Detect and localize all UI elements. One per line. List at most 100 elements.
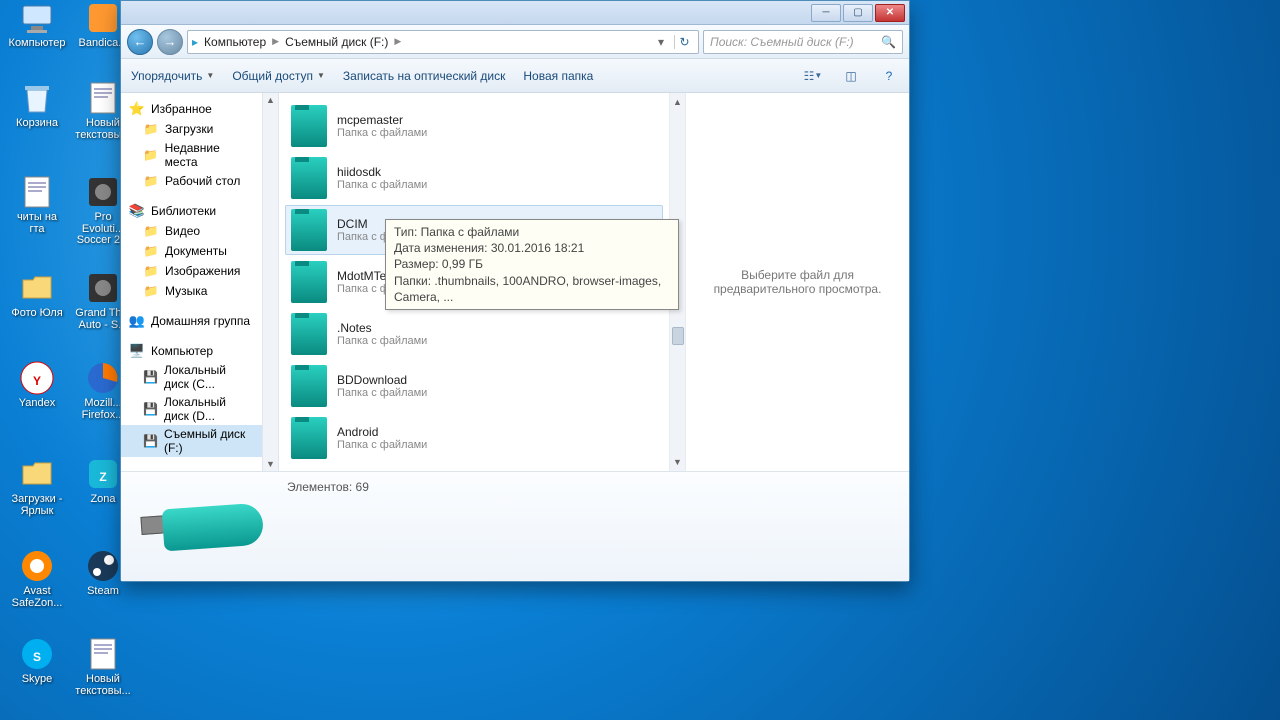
navigation-pane: ⭐Избранное 📁Загрузки📁Недавние места📁Рабо…: [121, 93, 263, 471]
scroll-up-icon[interactable]: ▲: [264, 93, 278, 107]
nav-item[interactable]: 💾Съемный диск (F:): [121, 425, 262, 457]
folder-icon: 📁: [143, 121, 159, 137]
folder-icon: 📁: [143, 283, 159, 299]
scroll-up-icon[interactable]: ▲: [671, 95, 685, 109]
nav-item[interactable]: 📁Рабочий стол: [121, 171, 262, 191]
desktop-icon-читы-на-гта[interactable]: читы на гта: [8, 174, 66, 235]
folder-row[interactable]: AndroidПапка с файлами: [285, 413, 663, 463]
folder-icon: [291, 157, 327, 199]
search-icon[interactable]: 🔍: [881, 35, 896, 49]
app-icon: [85, 0, 121, 36]
folder-row[interactable]: BDDownloadПапка с файлами: [285, 361, 663, 411]
txt-icon: [19, 174, 55, 210]
organize-menu[interactable]: Упорядочить ▼: [131, 69, 214, 83]
address-bar[interactable]: ▸ Компьютер ▶ Съемный диск (F:) ▶ ▾ ↻: [187, 30, 699, 54]
toolbar: Упорядочить ▼ Общий доступ ▼ Записать на…: [121, 59, 909, 93]
desktop-icon-yandex[interactable]: YYandex: [8, 360, 66, 410]
nav-item[interactable]: 📁Документы: [121, 241, 262, 261]
close-button[interactable]: ✕: [875, 4, 905, 22]
preview-placeholder: Выберите файл для предварительного просм…: [696, 268, 899, 296]
nav-item[interactable]: 📁Изображения: [121, 261, 262, 281]
nav-bar: ← → ▸ Компьютер ▶ Съемный диск (F:) ▶ ▾ …: [121, 25, 909, 59]
breadcrumb-drive[interactable]: Съемный диск (F:): [285, 35, 388, 49]
nav-computer[interactable]: 🖥️Компьютер: [121, 341, 262, 361]
scroll-down-icon[interactable]: ▼: [671, 455, 685, 469]
details-pane: Элементов: 69: [121, 471, 909, 581]
file-pane: mcpemasterПапка с файламиhiidosdkПапка с…: [279, 93, 909, 471]
chevron-right-icon: ▶: [394, 36, 401, 47]
svg-text:S: S: [33, 650, 41, 664]
breadcrumb-computer[interactable]: Компьютер: [204, 35, 266, 49]
folder-icon: 📁: [143, 147, 159, 163]
folder-row[interactable]: .NotesПапка с файлами: [285, 309, 663, 359]
desktop-icon-компьютер[interactable]: Компьютер: [8, 0, 66, 50]
nav-item[interactable]: 📁Музыка: [121, 281, 262, 301]
help-button[interactable]: ?: [879, 66, 899, 86]
nav-item[interactable]: 💾Локальный диск (D...: [121, 393, 262, 425]
drive-icon: 💾: [143, 401, 158, 417]
nav-item[interactable]: 📁Загрузки: [121, 119, 262, 139]
item-count: Элементов: 69: [287, 480, 369, 494]
refresh-button[interactable]: ↻: [674, 35, 694, 49]
nav-libraries[interactable]: 📚Библиотеки: [121, 201, 262, 221]
preview-pane: Выберите файл для предварительного просм…: [685, 93, 909, 471]
folder-icon: [291, 417, 327, 459]
forward-button[interactable]: →: [157, 29, 183, 55]
steam-icon: [85, 548, 121, 584]
usb-drive-icon: [137, 488, 271, 558]
desktop-icon-новый-текстовы-[interactable]: Новыйтекстовы...: [74, 636, 132, 697]
search-placeholder: Поиск: Съемный диск (F:): [710, 35, 854, 49]
folder-icon: 📁: [143, 173, 159, 189]
homegroup-icon: 👥: [129, 313, 145, 329]
nav-homegroup[interactable]: 👥Домашняя группа: [121, 311, 262, 331]
folder-icon: [19, 456, 55, 492]
address-dropdown[interactable]: ▾: [658, 35, 664, 49]
folder-row[interactable]: hiidosdkПапка с файлами: [285, 153, 663, 203]
folder-icon: [291, 365, 327, 407]
folder-icon: 📁: [143, 243, 159, 259]
desktop-icon-avast-safezon-[interactable]: AvastSafeZon...: [8, 548, 66, 609]
desktop-icon-фото-юля[interactable]: Фото Юля: [8, 270, 66, 320]
desktop-icon-skype[interactable]: SSkype: [8, 636, 66, 686]
maximize-button[interactable]: ▢: [843, 4, 873, 22]
drive-icon: 💾: [143, 369, 158, 385]
preview-toggle[interactable]: ◫: [841, 66, 861, 86]
game-icon: [85, 270, 121, 306]
navpane-scrollbar[interactable]: ▲ ▼: [263, 93, 279, 471]
folder-icon: [291, 261, 327, 303]
bin-icon: [19, 80, 55, 116]
txt-icon: [85, 636, 121, 672]
nav-item[interactable]: 📁Видео: [121, 221, 262, 241]
minimize-button[interactable]: ─: [811, 4, 841, 22]
folder-icon: [19, 270, 55, 306]
svg-text:Z: Z: [99, 470, 106, 484]
avast-icon: [19, 548, 55, 584]
folder-icon: [291, 209, 327, 251]
pc-icon: 🖥️: [129, 343, 145, 359]
game-icon: [85, 174, 121, 210]
folder-row[interactable]: mcpemasterПапка с файлами: [285, 101, 663, 151]
burn-button[interactable]: Записать на оптический диск: [343, 69, 506, 83]
nav-item[interactable]: 💾Локальный диск (C...: [121, 361, 262, 393]
svg-text:Y: Y: [33, 374, 41, 388]
desktop-icon-загрузки-ярлык[interactable]: Загрузки -Ярлык: [8, 456, 66, 517]
folder-tooltip: Тип: Папка с файлами Дата изменения: 30.…: [385, 219, 679, 310]
folder-icon: [291, 313, 327, 355]
txt-icon: [85, 80, 121, 116]
scrollbar-thumb[interactable]: [672, 327, 684, 345]
explorer-window: ─ ▢ ✕ ← → ▸ Компьютер ▶ Съемный диск (F:…: [120, 0, 910, 582]
yandex-icon: Y: [19, 360, 55, 396]
share-menu[interactable]: Общий доступ ▼: [232, 69, 325, 83]
star-icon: ⭐: [129, 101, 145, 117]
nav-item[interactable]: 📁Недавние места: [121, 139, 262, 171]
desktop-icon-корзина[interactable]: Корзина: [8, 80, 66, 130]
pc-icon: [19, 0, 55, 36]
scroll-down-icon[interactable]: ▼: [264, 457, 278, 471]
titlebar: ─ ▢ ✕: [121, 1, 909, 25]
nav-favorites[interactable]: ⭐Избранное: [121, 99, 262, 119]
zona-icon: Z: [85, 456, 121, 492]
back-button[interactable]: ←: [127, 29, 153, 55]
search-input[interactable]: Поиск: Съемный диск (F:) 🔍: [703, 30, 903, 54]
view-menu[interactable]: ☷ ▼: [803, 66, 823, 86]
new-folder-button[interactable]: Новая папка: [523, 69, 593, 83]
